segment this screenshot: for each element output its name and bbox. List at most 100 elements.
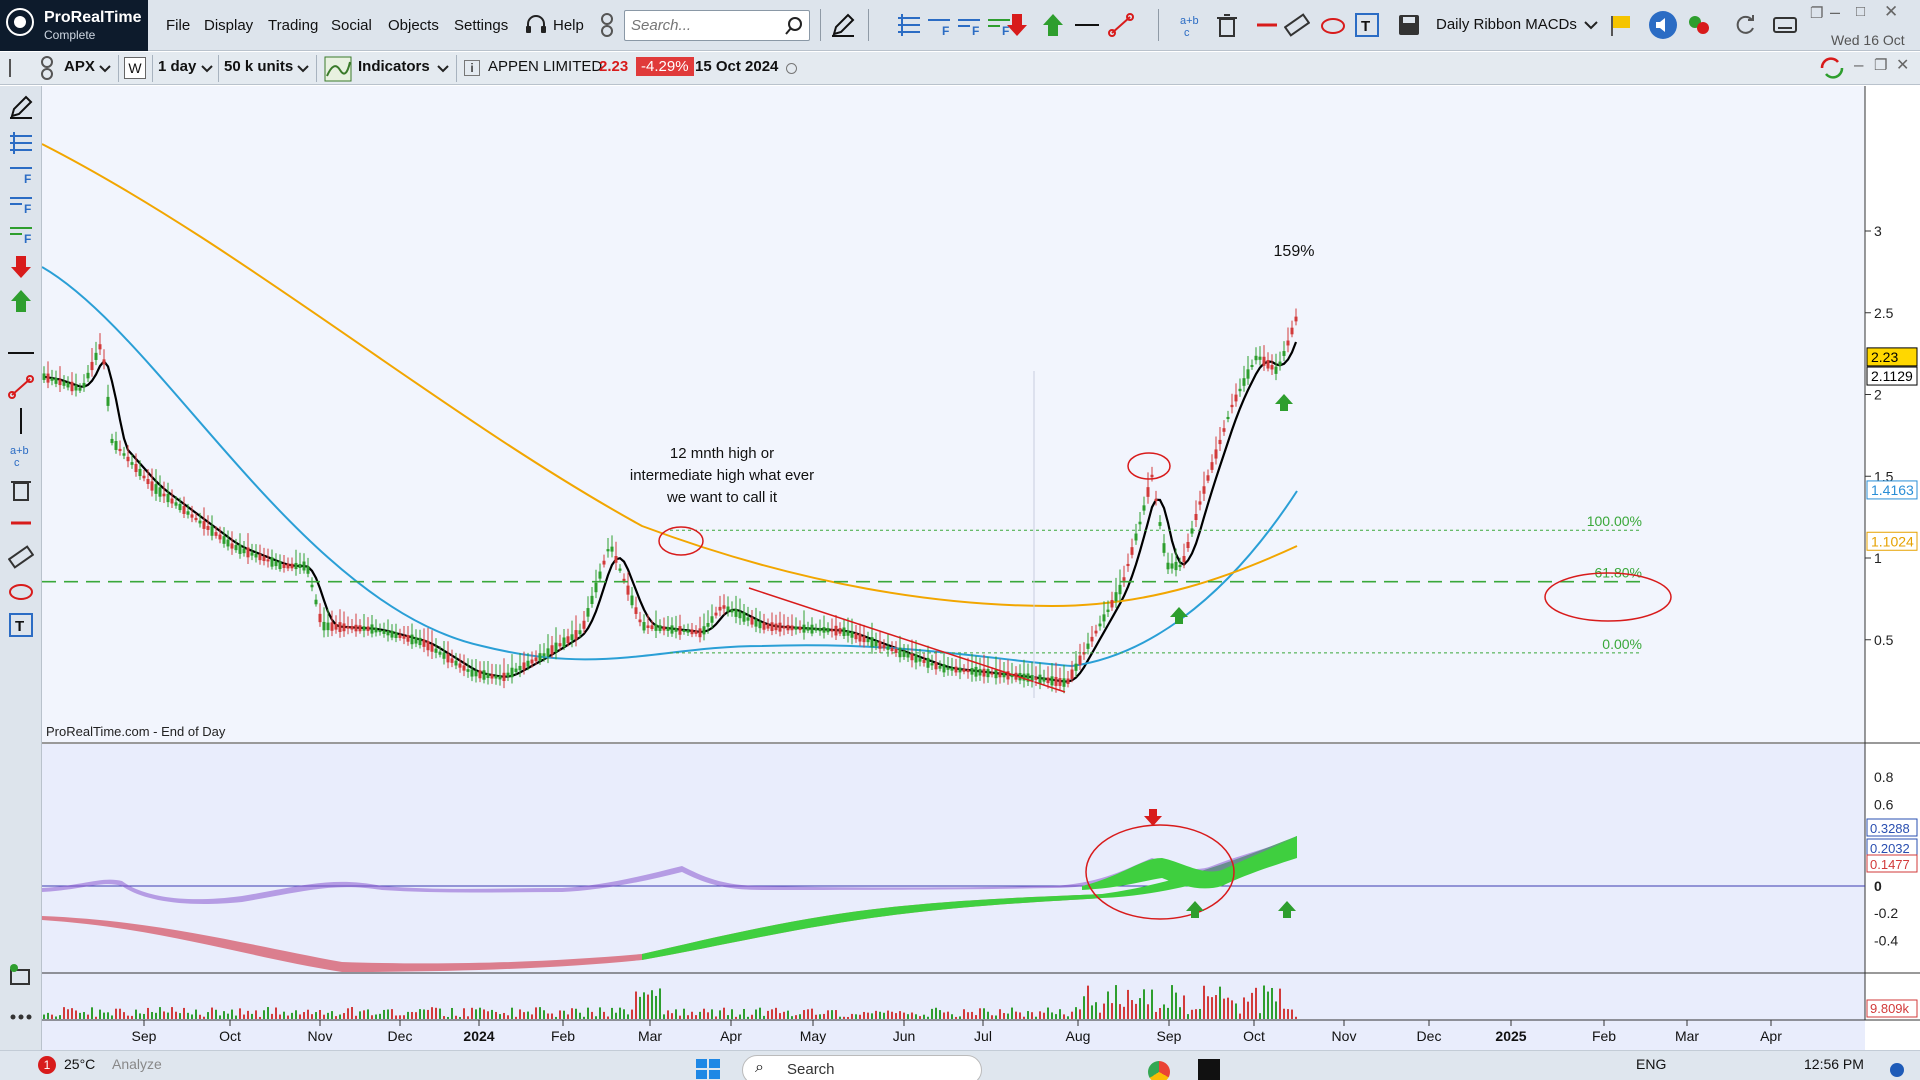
candle-body [666,627,670,631]
volume-bar [1203,985,1205,1019]
fib-green-icon[interactable]: F [8,220,34,246]
buy-arrow-icon[interactable] [1040,12,1066,38]
interval-select[interactable]: 1 day [158,58,196,75]
search-field[interactable] [624,10,810,41]
chevron-down-icon[interactable] [98,62,112,76]
headset-icon[interactable] [523,12,549,38]
notification-badge-icon[interactable]: 1 [38,1056,56,1074]
chrome-icon[interactable] [1148,1061,1170,1080]
link-icon[interactable] [594,12,620,38]
sync-icon[interactable] [1818,56,1846,80]
time-tick-label: Feb [551,1028,575,1044]
vertical-line-icon[interactable] [8,408,34,434]
horizontal-line-icon[interactable] [1074,12,1100,38]
segment-icon[interactable] [1254,12,1280,38]
horizontal-fib-icon[interactable]: F [8,160,34,186]
candle-body [226,539,230,547]
refresh-icon[interactable] [1732,12,1758,38]
info-icon[interactable]: i [464,60,480,76]
menu-settings[interactable]: Settings [454,17,508,34]
sound-icon[interactable] [1648,10,1678,40]
menu-trading[interactable]: Trading [268,17,318,34]
layers-icon[interactable] [8,964,34,990]
trendline-icon[interactable] [8,374,34,400]
macd-tag: 0.1477 [1870,857,1910,872]
fib-lines-icon[interactable]: F [8,190,34,216]
chevron-down-icon[interactable] [296,62,310,76]
drawing-toolbar: F F F a+b c T [0,86,42,1050]
candle-body [470,669,474,677]
chart-area[interactable]: 100.00% 61.80% 0.00% 12 mnth high or inter… [42,86,1920,1050]
ticker-select[interactable]: APX [64,58,95,75]
watchlist-w-icon[interactable]: W [124,57,146,79]
save-icon[interactable] [1396,12,1422,38]
candle-body [78,387,82,391]
sell-arrow-icon[interactable] [1004,12,1030,38]
close-icon[interactable]: ✕ [1884,2,1898,22]
chevron-down-icon[interactable] [1578,12,1604,38]
ruler-icon[interactable] [1284,12,1310,38]
candle-body [918,658,922,662]
sell-arrow-icon[interactable] [8,254,34,280]
volume-bar [1031,1012,1033,1019]
ruler-icon[interactable] [8,544,34,570]
pencil-icon[interactable] [830,12,856,38]
candle-body [1150,474,1154,478]
chart-close-icon[interactable]: ✕ [1896,55,1909,75]
alerts-icon[interactable] [1686,12,1712,38]
candle-body [1254,355,1258,361]
volume-bar [675,1009,677,1019]
menu-objects[interactable]: Objects [388,17,439,34]
segment-icon[interactable] [8,510,34,536]
grip-icon[interactable] [6,56,30,80]
fib-lines-icon[interactable]: F [956,12,982,38]
trash-icon[interactable] [1214,12,1240,38]
more-options-icon[interactable] [8,1004,34,1030]
ellipse-icon[interactable] [8,578,34,604]
pencil-icon[interactable] [8,94,34,120]
candle-body [1262,356,1266,366]
indicators-button[interactable]: Indicators [358,58,430,75]
chart-minimize-icon[interactable]: – [1854,55,1863,75]
abc-text-icon[interactable]: a+bc [1178,12,1204,38]
taskbar-search[interactable]: ⌕ Search [742,1055,982,1080]
indicators-icon[interactable] [324,56,352,82]
chevron-down-icon[interactable] [200,62,214,76]
ribbon-name[interactable]: Daily Ribbon MACDs [1436,16,1577,33]
candle-body [310,584,314,588]
windows-start-icon[interactable] [694,1057,722,1079]
weather-temp[interactable]: 25°C [64,1056,95,1072]
text-tool-icon[interactable]: T [8,612,34,638]
menu-display[interactable]: Display [204,17,253,34]
keyboard-icon[interactable] [1772,12,1798,38]
language-indicator[interactable]: ENG [1636,1056,1666,1072]
menu-file[interactable]: File [166,17,190,34]
chevron-down-icon[interactable] [436,62,450,76]
menu-help[interactable]: Help [553,17,584,34]
trash-icon[interactable] [8,476,34,502]
chain-link-icon[interactable] [38,55,58,81]
horizontal-line-icon[interactable] [8,340,34,366]
analyze-tab[interactable]: Analyze [112,1056,162,1072]
abc-text-icon[interactable]: a+bc [8,442,34,468]
trendline-icon[interactable] [1108,12,1134,38]
volume-bar [475,1009,477,1019]
text-tool-icon[interactable]: T [1354,12,1380,38]
ellipse-icon[interactable] [1320,12,1346,38]
maximize-icon[interactable]: □ [1856,3,1865,20]
buy-arrow-icon[interactable] [8,288,34,314]
app-icon[interactable] [1198,1059,1220,1080]
chart-canvas[interactable]: 100.00%61.80%0.00% 12 mnth high or inter… [42,86,1920,1050]
fibonacci-icon[interactable] [8,130,34,156]
chart-restore-icon[interactable]: ❐ [1874,56,1887,74]
search-icon[interactable] [783,15,805,37]
flag-icon[interactable] [1608,12,1634,38]
units-select[interactable]: 50 k units [224,58,293,75]
clock[interactable]: 12:56 PM [1804,1056,1864,1072]
fibonacci-icon[interactable] [896,12,922,38]
minimize-icon[interactable]: – [1830,2,1840,23]
menu-social[interactable]: Social [331,17,372,34]
restore-icon[interactable]: ❐ [1810,4,1823,22]
search-input[interactable] [631,17,781,34]
horizontal-fib-icon[interactable]: F [926,12,952,38]
